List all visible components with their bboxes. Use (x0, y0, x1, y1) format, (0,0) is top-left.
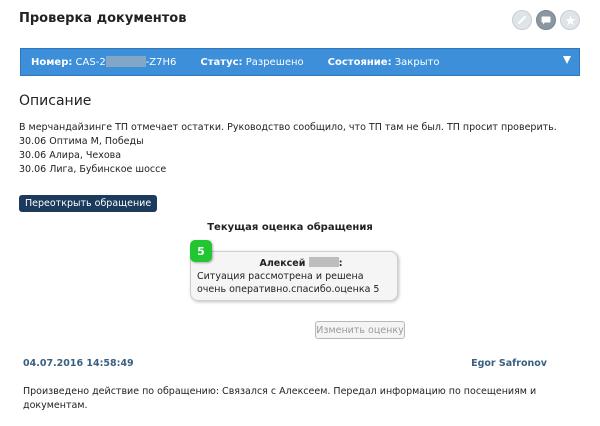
rater-name: Алексей : (259, 257, 343, 269)
star-icon[interactable] (560, 10, 580, 30)
rating-card: Алексей : Ситуация рассмотрена и решена … (190, 251, 398, 301)
reopen-case-button[interactable]: Переоткрыть обращение (19, 195, 158, 212)
description-line: 30.06 Оптима М, Победы (19, 136, 144, 147)
description-title: Описание (19, 93, 92, 109)
case-number: Номер: CAS-2 -Z7H6 (31, 56, 177, 68)
change-rating-button[interactable]: Изменить оценку (315, 321, 405, 339)
entry-author[interactable]: Egor Safronov (471, 358, 547, 369)
case-state: Состояние: Закрыто (327, 56, 440, 68)
description-line: 30.06 Алира, Чехова (19, 150, 122, 161)
top-toolbar (512, 10, 580, 30)
rating-comment: Ситуация рассмотрена и решена очень опер… (197, 271, 380, 295)
entry-date: 04.07.2016 14:58:49 (23, 358, 134, 369)
chat-icon[interactable] (536, 10, 556, 30)
link-icon[interactable] (512, 10, 532, 30)
redacted-mask (308, 257, 339, 267)
chevron-down-icon[interactable] (563, 56, 571, 64)
page-title: Проверка документов (19, 11, 187, 26)
case-status: Статус: Разрешено (200, 56, 304, 68)
description-text: В мерчандайзинге ТП отмечает остатки. Ру… (19, 121, 557, 177)
rating-heading: Текущая оценка обращения (207, 222, 373, 233)
entry-text: Произведено действие по обращению: Связа… (23, 386, 537, 411)
description-line: В мерчандайзинге ТП отмечает остатки. Ру… (19, 122, 557, 133)
score-badge: 5 (190, 240, 212, 262)
redacted-mask (105, 56, 146, 67)
description-line: 30.06 Лига, Бубинское шоссе (19, 164, 167, 175)
case-info-bar: Номер: CAS-2 -Z7H6 Статус: Разрешено Сост… (20, 48, 580, 76)
